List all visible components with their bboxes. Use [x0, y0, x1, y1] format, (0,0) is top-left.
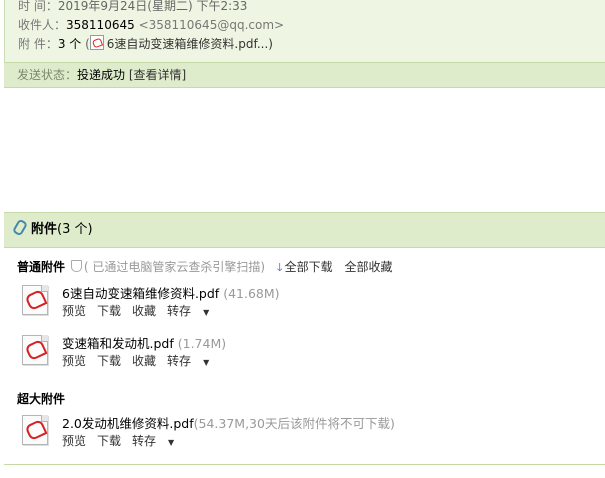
- attachments-header: 附件(3 个): [4, 213, 605, 248]
- recipient-row: 收件人：358110645 <358110645@qq.com>: [18, 16, 284, 34]
- shield-icon: [70, 260, 82, 272]
- attachment-file: 2.0发动机维修资料.pdf(54.37M,30天后该附件将不可下载) 预览 下载…: [22, 413, 582, 453]
- attachment-label: 附 件：: [18, 37, 58, 51]
- paperclip-icon: [11, 218, 29, 237]
- attachments-title: 附件: [31, 222, 58, 237]
- pdf-icon: [89, 35, 104, 50]
- attachment-file: 6速自动变速箱维修资料.pdf (41.68M) 预览 下载 收藏 转存 ▼: [22, 283, 582, 323]
- download-button[interactable]: 下载: [97, 304, 121, 318]
- send-status-bar: 发送状态：投递成功 [查看详情]: [4, 62, 605, 88]
- attachments-section: 附件(3 个) 普通附件 ( 已通过电脑管家云查杀引擎扫描) 🡓 全部下载 全部收…: [4, 212, 605, 465]
- scan-text: ( 已通过电脑管家云查杀引擎扫描): [83, 260, 266, 274]
- file-actions: 预览 下载 转存 ▼: [62, 432, 196, 449]
- caret-down-icon: ▼: [203, 308, 210, 317]
- collect-button[interactable]: 收藏: [132, 354, 156, 368]
- save-to-button[interactable]: 转存 ▼: [167, 304, 220, 318]
- attachment-file: 变速箱和发动机.pdf (1.74M) 预览 下载 收藏 转存 ▼: [22, 333, 582, 373]
- preview-button[interactable]: 预览: [62, 304, 86, 318]
- recipient-name[interactable]: 358110645: [66, 18, 135, 32]
- status-detail-link[interactable]: [查看详情]: [129, 68, 186, 82]
- download-button[interactable]: 下载: [97, 434, 121, 448]
- save-to-label: 转存: [167, 304, 192, 318]
- status-label: 发送状态：: [17, 68, 78, 82]
- attachment-count[interactable]: 3 个: [58, 37, 81, 51]
- download-all-label: 全部下载: [284, 260, 333, 274]
- normal-attachments-title: 普通附件: [17, 260, 66, 274]
- recipient-label: 收件人：: [18, 18, 67, 32]
- file-name[interactable]: 变速箱和发动机.pdf: [62, 336, 174, 351]
- collect-all-button[interactable]: 全部收藏: [344, 260, 392, 274]
- file-name[interactable]: 6速自动变速箱维修资料.pdf: [62, 286, 219, 301]
- file-name-row: 变速箱和发动机.pdf (1.74M): [62, 333, 226, 352]
- large-attachments-title: 超大附件: [17, 392, 66, 406]
- attachments-count: (3 个): [57, 222, 93, 237]
- collect-button[interactable]: 收藏: [132, 304, 156, 318]
- file-size: (41.68M): [223, 286, 280, 301]
- file-size: (54.37M,30天后该附件将不可下载): [193, 416, 395, 431]
- download-all-button[interactable]: 🡓 全部下载: [277, 260, 333, 274]
- time-row: 时 间：2019年9月24日(星期二) 下午2:33: [18, 0, 247, 15]
- file-name[interactable]: 2.0发动机维修资料.pdf: [62, 416, 194, 431]
- caret-down-icon: ▼: [168, 438, 175, 447]
- save-to-label: 转存: [167, 354, 192, 368]
- file-actions: 预览 下载 收藏 转存 ▼: [62, 352, 231, 369]
- preview-button[interactable]: 预览: [62, 354, 86, 368]
- pdf-icon[interactable]: [22, 285, 48, 315]
- pdf-icon[interactable]: [22, 415, 48, 445]
- save-to-button[interactable]: 转存 ▼: [132, 434, 185, 448]
- preview-button[interactable]: 预览: [62, 434, 86, 448]
- down-arrow-icon: 🡓: [276, 261, 283, 274]
- save-to-label: 转存: [132, 434, 157, 448]
- time-label: 时 间：: [18, 0, 58, 13]
- download-button[interactable]: 下载: [97, 354, 121, 368]
- scan-notice: ( 已通过电脑管家云查杀引擎扫描): [69, 260, 265, 274]
- normal-attachments-header: 普通附件 ( 已通过电脑管家云查杀引擎扫描) 🡓 全部下载 全部收藏: [17, 259, 392, 276]
- file-name-row: 6速自动变速箱维修资料.pdf (41.68M): [62, 283, 280, 302]
- file-name-row: 2.0发动机维修资料.pdf(54.37M,30天后该附件将不可下载): [62, 413, 395, 432]
- file-actions: 预览 下载 收藏 转存 ▼: [62, 302, 231, 319]
- caret-down-icon: ▼: [203, 358, 210, 367]
- file-size: (1.74M): [177, 336, 227, 351]
- pdf-icon[interactable]: [22, 335, 48, 365]
- attachment-summary-row: 附 件：3 个 (6速自动变速箱维修资料.pdf...): [18, 35, 273, 53]
- time-value: 2019年9月24日(星期二) 下午2:33: [57, 0, 248, 13]
- large-attachments-header: 超大附件: [17, 391, 65, 407]
- attachment-preview-link[interactable]: 6速自动变速箱维修资料.pdf...): [107, 37, 273, 51]
- save-to-button[interactable]: 转存 ▼: [167, 354, 220, 368]
- recipient-email[interactable]: <358110645@qq.com>: [139, 18, 285, 32]
- status-value: 投递成功: [77, 68, 126, 82]
